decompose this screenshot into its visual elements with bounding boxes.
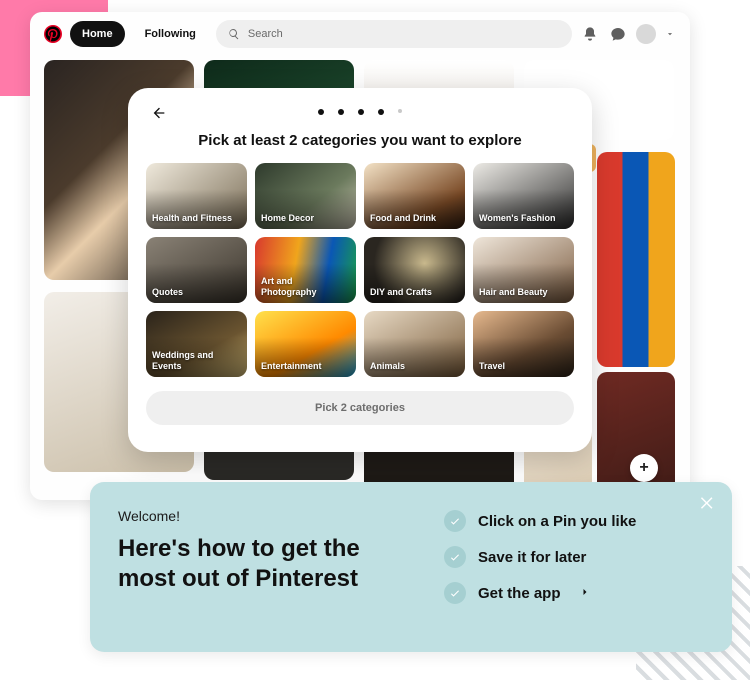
welcome-step-get-app[interactable]: Get the app — [444, 582, 704, 604]
category-label: DIY and Crafts — [370, 287, 432, 297]
home-tab-label: Home — [82, 28, 113, 40]
pick-categories-label: Pick 2 categories — [315, 402, 405, 414]
check-icon — [444, 546, 466, 568]
welcome-card: Welcome! Here's how to get the most out … — [90, 482, 732, 652]
welcome-headline: Here's how to get the most out of Pinter… — [118, 534, 414, 594]
category-label: Entertainment — [261, 361, 322, 371]
category-label: Home Decor — [261, 213, 314, 223]
category-label: Women's Fashion — [479, 213, 555, 223]
progress-dot — [318, 109, 324, 115]
category-grid: Health and Fitness Home Decor Food and D… — [146, 163, 574, 377]
welcome-step-label: Get the app — [478, 585, 561, 602]
chevron-right-icon — [573, 585, 591, 602]
progress-dot — [378, 109, 384, 115]
category-tile-womens-fashion[interactable]: Women's Fashion — [473, 163, 574, 229]
check-icon — [444, 510, 466, 532]
messages-icon[interactable] — [608, 24, 628, 44]
progress-dots — [318, 109, 402, 115]
search-input[interactable]: Search — [216, 20, 572, 48]
home-tab[interactable]: Home — [70, 21, 125, 47]
category-tile-animals[interactable]: Animals — [364, 311, 465, 377]
category-tile-health-fitness[interactable]: Health and Fitness — [146, 163, 247, 229]
pick-categories-button[interactable]: Pick 2 categories — [146, 391, 574, 425]
category-label: Quotes — [152, 287, 183, 297]
welcome-step-label: Save it for later — [478, 549, 586, 566]
category-label: Art and Photography — [261, 276, 350, 297]
avatar[interactable] — [636, 24, 656, 44]
category-label: Weddings and Events — [152, 350, 241, 371]
pinterest-logo-icon[interactable] — [44, 25, 62, 43]
following-tab-label: Following — [145, 28, 196, 40]
category-label: Travel — [479, 361, 505, 371]
pin-thumbnail[interactable] — [597, 152, 675, 367]
progress-dot — [398, 109, 402, 113]
category-tile-art-photography[interactable]: Art and Photography — [255, 237, 356, 303]
welcome-step[interactable]: Save it for later — [444, 546, 704, 568]
category-tile-quotes[interactable]: Quotes — [146, 237, 247, 303]
search-icon — [228, 28, 240, 40]
category-tile-entertainment[interactable]: Entertainment — [255, 311, 356, 377]
welcome-steps: Click on a Pin you like Save it for late… — [444, 508, 704, 604]
category-tile-weddings-events[interactable]: Weddings and Events — [146, 311, 247, 377]
category-label: Health and Fitness — [152, 213, 232, 223]
plus-icon: + — [639, 459, 648, 477]
category-label: Food and Drink — [370, 213, 436, 223]
close-icon[interactable] — [696, 492, 718, 514]
welcome-step-label: Click on a Pin you like — [478, 513, 636, 530]
following-tab[interactable]: Following — [133, 21, 208, 47]
category-label: Hair and Beauty — [479, 287, 548, 297]
search-placeholder: Search — [248, 28, 283, 40]
category-tile-travel[interactable]: Travel — [473, 311, 574, 377]
top-nav-bar: Home Following Search — [30, 12, 690, 56]
account-menu-chevron-icon[interactable] — [664, 28, 676, 40]
category-tile-hair-beauty[interactable]: Hair and Beauty — [473, 237, 574, 303]
category-tile-food-drink[interactable]: Food and Drink — [364, 163, 465, 229]
category-picker-modal: Pick at least 2 categories you want to e… — [128, 88, 592, 452]
check-icon — [444, 582, 466, 604]
progress-dot — [358, 109, 364, 115]
back-arrow-icon[interactable] — [150, 104, 168, 122]
pin-thumbnail[interactable] — [597, 372, 675, 500]
progress-dot — [338, 109, 344, 115]
welcome-eyebrow: Welcome! — [118, 508, 414, 524]
notifications-icon[interactable] — [580, 24, 600, 44]
category-tile-home-decor[interactable]: Home Decor — [255, 163, 356, 229]
category-tile-diy-crafts[interactable]: DIY and Crafts — [364, 237, 465, 303]
modal-title: Pick at least 2 categories you want to e… — [146, 132, 574, 149]
welcome-step[interactable]: Click on a Pin you like — [444, 510, 704, 532]
category-label: Animals — [370, 361, 405, 371]
add-pin-button[interactable]: + — [630, 454, 658, 482]
